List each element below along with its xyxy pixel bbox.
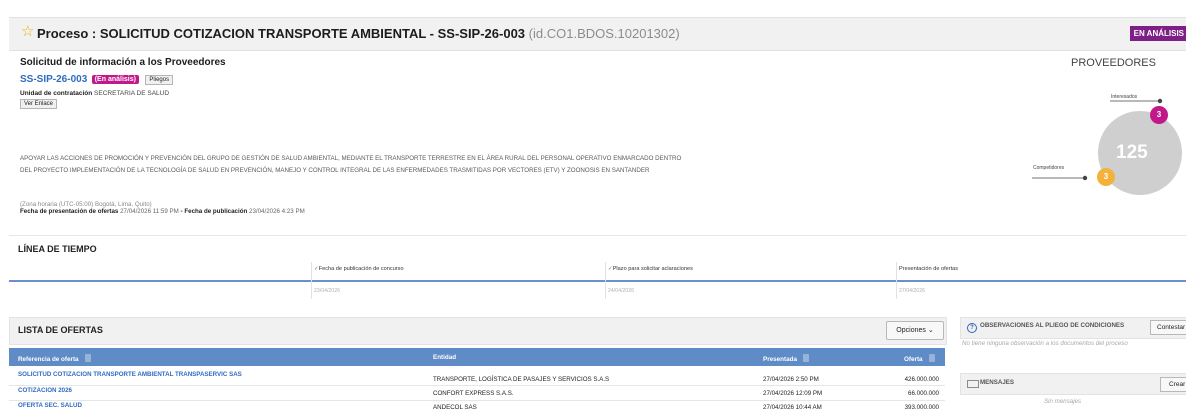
star-icon[interactable]: ☆ bbox=[21, 24, 34, 40]
publication-date-value: 23/04/2026 4:23 PM bbox=[249, 208, 305, 215]
timeline-event-label: Presentación de ofertas bbox=[899, 266, 959, 272]
chevron-down-icon: ⌄ bbox=[927, 327, 934, 334]
timeline-separator bbox=[311, 262, 312, 299]
offers-date-label: Fecha de presentación de ofertas bbox=[20, 208, 119, 215]
ver-enlace-button[interactable]: Ver Enlace bbox=[20, 99, 58, 109]
timeline-line bbox=[9, 280, 1186, 282]
offer-date: 27/04/2026 12:09 PM bbox=[763, 390, 823, 397]
competidores-label: Competidores bbox=[1033, 165, 1065, 171]
timeline-event-label: ✓Fecha de publicación de concurso bbox=[314, 266, 404, 272]
column-header-reference[interactable]: Referencia de oferta bbox=[18, 354, 91, 363]
competidores-count: 3 bbox=[1103, 172, 1109, 181]
status-badge: EN ANÁLISIS bbox=[1129, 26, 1186, 41]
offer-entity: ANDECOL SAS bbox=[433, 404, 477, 411]
timeline-event-label: ✓Plazo para solicitar aclaraciones bbox=[608, 266, 693, 272]
options-button[interactable]: Opciones ⌄ bbox=[886, 321, 944, 340]
process-code: SS-SIP-26-003 bbox=[20, 74, 88, 85]
row-divider bbox=[9, 400, 945, 401]
offer-date: 27/04/2026 2:50 PM bbox=[763, 376, 819, 383]
offers-table-header: Referencia de oferta Entidad Presentada … bbox=[9, 348, 945, 366]
proveedores-title: PROVEEDORES bbox=[1071, 57, 1156, 69]
sort-icon bbox=[84, 354, 91, 362]
offer-amount: 393.000.000 bbox=[904, 404, 939, 411]
timeline-divider bbox=[9, 235, 1186, 236]
process-title-text: Proceso : SOLICITUD COTIZACION TRANSPORT… bbox=[37, 26, 526, 41]
offer-reference-link[interactable]: OFERTA SEC. SALUD bbox=[18, 402, 82, 409]
envelope-icon bbox=[967, 380, 979, 388]
timeline-event-date: 27/04/2026 bbox=[899, 288, 925, 294]
interesados-count: 3 bbox=[1156, 110, 1162, 119]
contestar-button[interactable]: Contestar bbox=[1150, 320, 1186, 335]
status-pill: (En análisis) bbox=[91, 75, 139, 84]
column-header-offer[interactable]: Oferta bbox=[904, 354, 935, 363]
unit-line: Unidad de contratación SECRETARIA DE SAL… bbox=[20, 90, 169, 97]
timeline-event-date: 23/04/2026 bbox=[314, 288, 340, 294]
competidores-dot bbox=[1082, 175, 1088, 181]
process-title: Proceso : SOLICITUD COTIZACION TRANSPORT… bbox=[37, 26, 680, 41]
process-header: ☆ Proceso : SOLICITUD COTIZACION TRANSPO… bbox=[9, 17, 1186, 51]
dates-line: Fecha de presentación de ofertas 27/04/2… bbox=[20, 208, 305, 215]
offers-header-bar bbox=[9, 317, 947, 345]
column-header-entity[interactable]: Entidad bbox=[433, 354, 456, 361]
description-line: APOYAR LAS ACCIONES DE PROMOCIÓN Y PREVE… bbox=[20, 155, 682, 162]
unit-label: Unidad de contratación bbox=[20, 90, 93, 97]
mensajes-title: MENSAJES bbox=[980, 379, 1015, 386]
timezone-text: (Zona horaria (UTC-05:00) Bogotá, Lima, … bbox=[20, 201, 152, 208]
timeline-separator bbox=[605, 262, 606, 299]
process-description: APOYAR LAS ACCIONES DE PROMOCIÓN Y PREVE… bbox=[20, 153, 681, 177]
column-header-submitted[interactable]: Presentada bbox=[763, 354, 809, 363]
sort-icon bbox=[802, 354, 809, 362]
offers-title: LISTA DE OFERTAS bbox=[18, 325, 103, 335]
timeline-title: LÍNEA DE TIEMPO bbox=[18, 244, 97, 254]
row-divider bbox=[9, 385, 945, 386]
total-proveedores: 125 bbox=[1116, 142, 1148, 163]
observaciones-empty: No tiene ninguna observación a los docum… bbox=[962, 340, 1128, 347]
crear-button[interactable]: Crear bbox=[1160, 377, 1186, 392]
observaciones-title: OBSERVACIONES AL PLIEGO DE CONDICIONES bbox=[980, 322, 1125, 329]
offer-entity: TRANSPORTE, LOGÍSTICA DE PASAJES Y SERVI… bbox=[433, 376, 610, 383]
unit-value: SECRETARIA DE SALUD bbox=[94, 90, 170, 97]
offer-amount: 426.000.000 bbox=[904, 376, 939, 383]
offer-reference-link[interactable]: SOLICITUD COTIZACION TRANSPORTE AMBIENTA… bbox=[18, 371, 242, 378]
dates-separator: - bbox=[180, 208, 183, 215]
publication-date-label: Fecha de publicación bbox=[184, 208, 248, 215]
help-icon: ? bbox=[967, 323, 977, 333]
pliegos-button[interactable]: Pliegos bbox=[145, 75, 174, 85]
offers-date-value: 27/04/2026 11:59 PM bbox=[120, 208, 179, 215]
description-line: DEL PROYECTO IMPLEMENTACIÓN DE LA TECNOL… bbox=[20, 167, 650, 174]
interesados-dot bbox=[1157, 98, 1163, 104]
offer-entity: CONFORT EXPRESS S.A.S. bbox=[433, 390, 514, 397]
sort-icon bbox=[928, 354, 935, 362]
offer-date: 27/04/2026 10:44 AM bbox=[763, 404, 822, 411]
options-button-label: Opciones bbox=[896, 327, 926, 334]
mensajes-empty: Sin mensajes bbox=[1044, 398, 1082, 405]
timeline-separator bbox=[896, 262, 897, 299]
timeline-event-date: 24/04/2026 bbox=[608, 288, 634, 294]
offer-reference-link[interactable]: COTIZACION 2026 bbox=[18, 387, 72, 394]
offer-amount: 66.000.000 bbox=[908, 390, 939, 397]
process-code-line: SS-SIP-26-003 (En análisis) Pliegos bbox=[20, 69, 174, 87]
interesados-label: Interesados bbox=[1111, 94, 1138, 100]
process-id: (id.CO1.BDOS.10201302) bbox=[528, 26, 680, 41]
info-heading: Solicitud de información a los Proveedor… bbox=[20, 57, 226, 68]
